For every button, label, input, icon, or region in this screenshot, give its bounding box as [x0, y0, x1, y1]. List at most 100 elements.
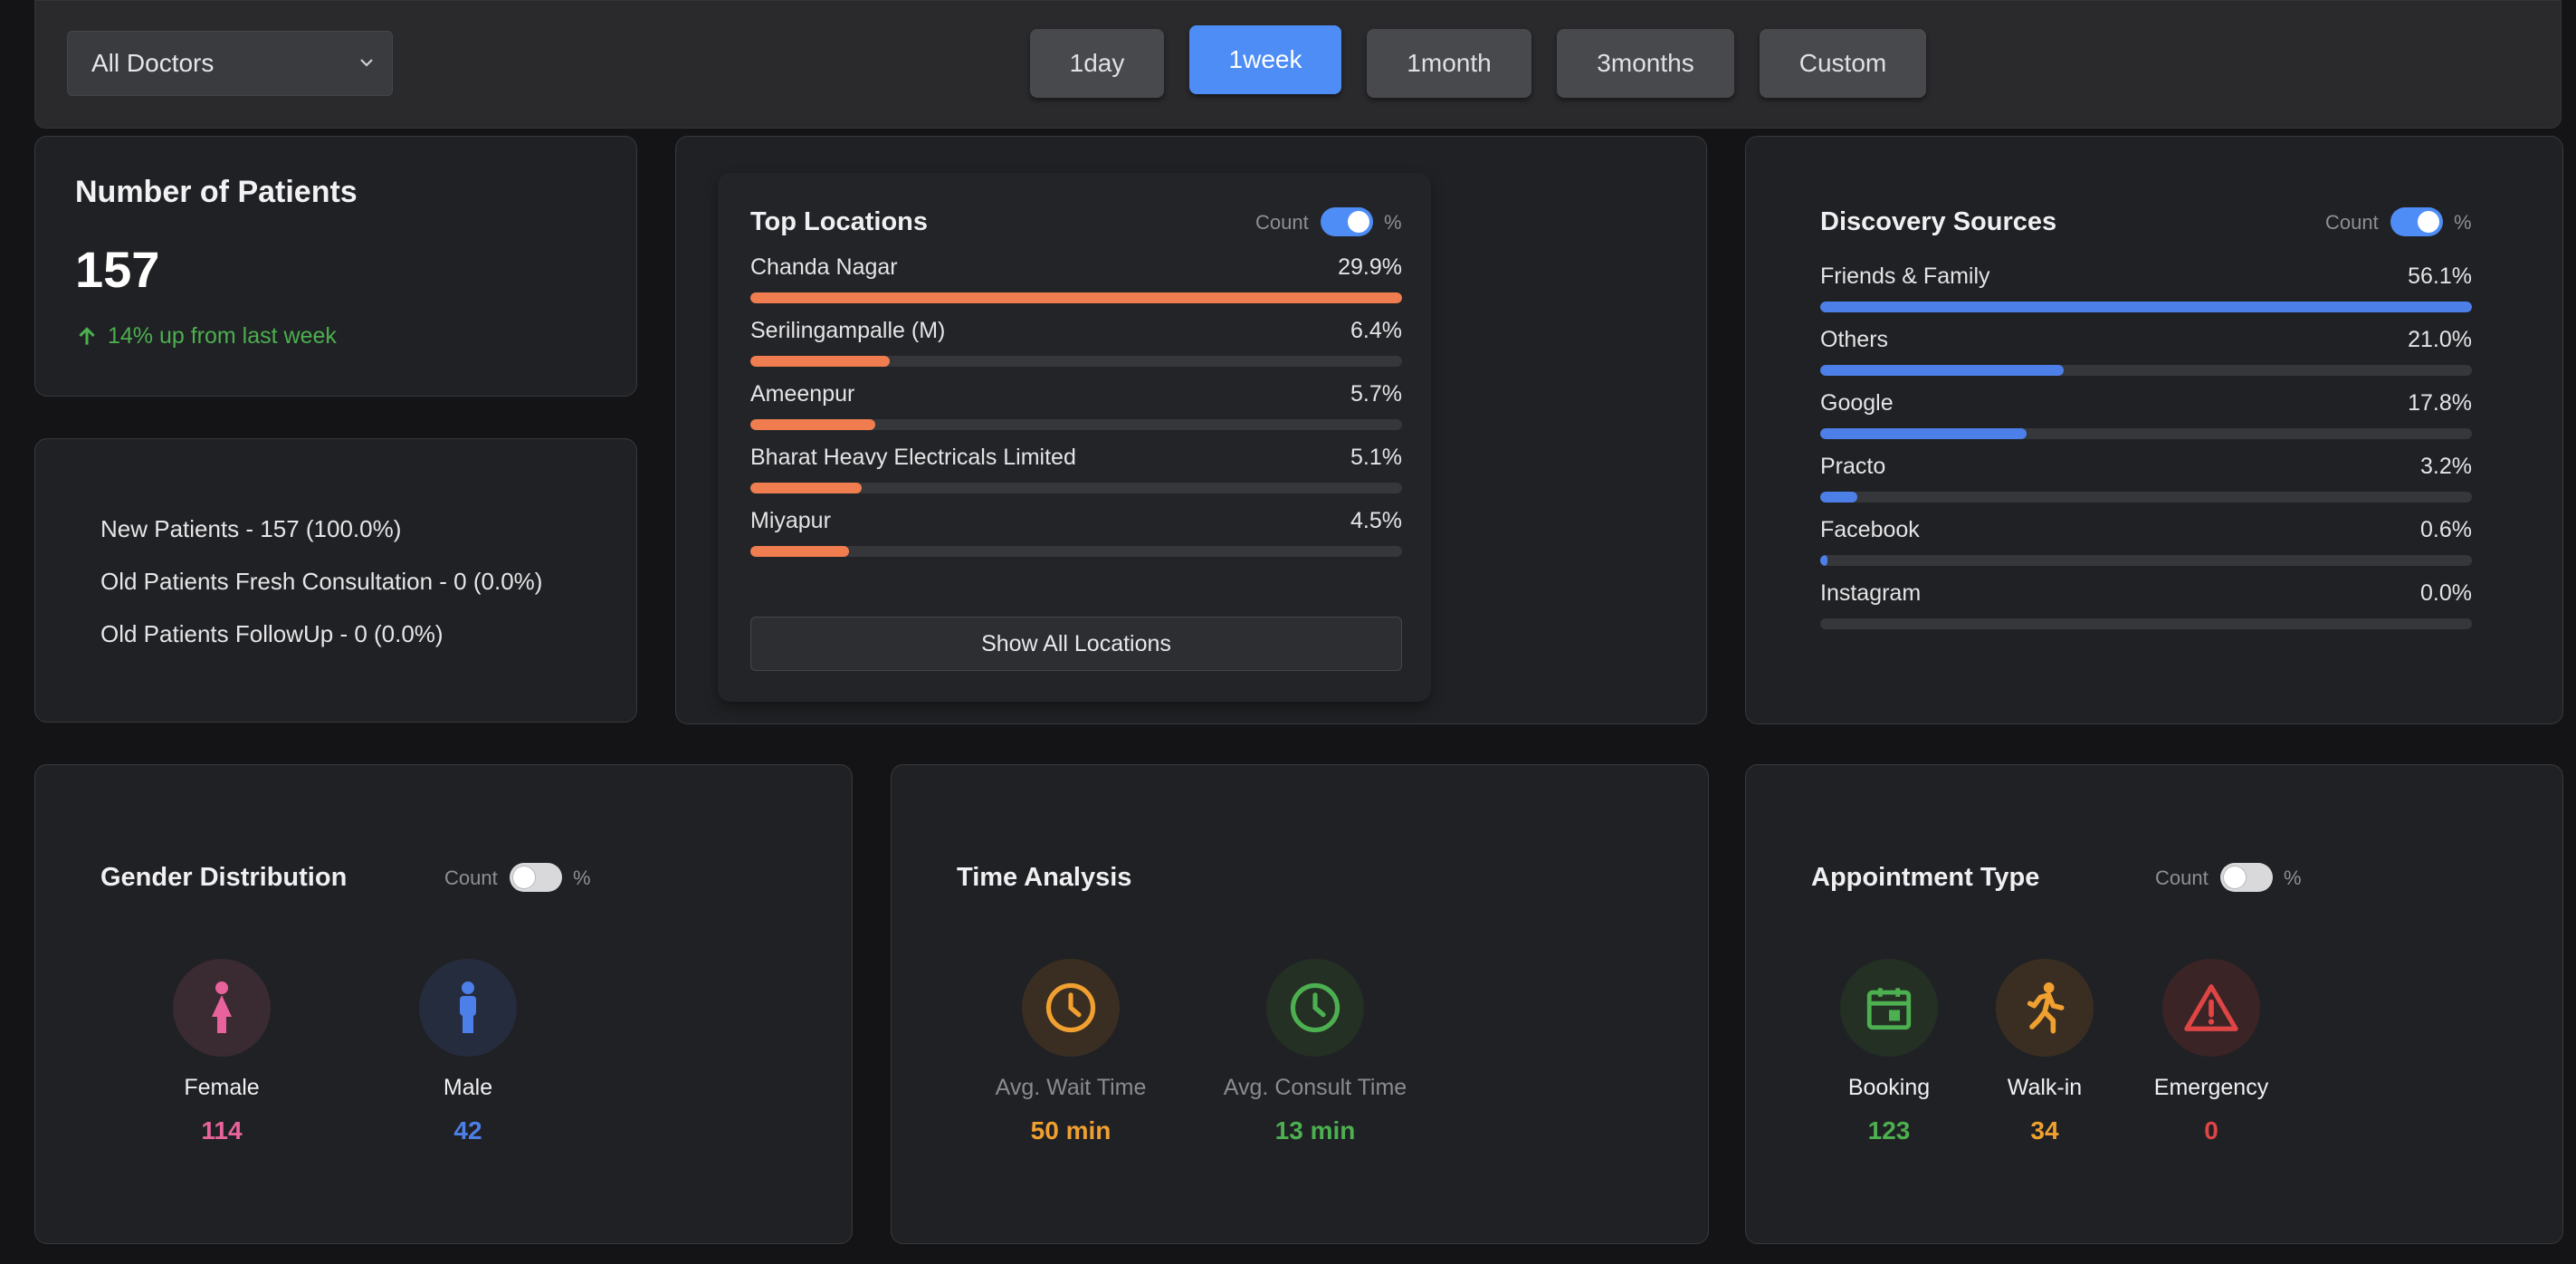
location-row-label: Serilingampalle (M): [750, 318, 946, 343]
patients-title: Number of Patients: [75, 175, 358, 209]
male-value: 42: [453, 1116, 482, 1144]
discovery-row-percent: 3.2%: [2420, 454, 2472, 479]
wait-clock-icon: [1022, 959, 1120, 1057]
discovery-row-bar-fill: [1820, 302, 2472, 312]
appointment-toggle[interactable]: [2220, 863, 2273, 892]
breakdown-new: New Patients - 157 (100.0%): [100, 515, 402, 542]
toggle-count-label: Count: [444, 867, 498, 889]
toggle-percent-label: %: [1384, 211, 1402, 234]
patients-trend: 14% up from last week: [75, 323, 337, 350]
location-row-bar-fill: [750, 356, 891, 367]
wait-label: Avg. Wait Time: [995, 1075, 1147, 1100]
appointment-card: Appointment Type Count % Booking 123 Wal…: [1745, 764, 2563, 1244]
gender-card: Gender Distribution Count % Female 114 M…: [34, 764, 853, 1244]
consult-value: 13 min: [1274, 1116, 1356, 1144]
walkin-label: Walk-in: [2007, 1075, 2083, 1100]
range-custom-button[interactable]: Custom: [1760, 29, 1926, 98]
time-card: Time Analysis Avg. Wait Time 50 min Avg.…: [891, 764, 1709, 1244]
emergency-label: Emergency: [2153, 1075, 2269, 1100]
patients-trend-text: 14% up from last week: [108, 323, 337, 349]
discovery-row-bar-track: [1820, 555, 2472, 566]
location-row-percent: 29.9%: [1338, 254, 1402, 280]
booking-value: 123: [1867, 1116, 1911, 1144]
discovery-row-percent: 56.1%: [2408, 263, 2472, 289]
location-row-bar-track: [750, 419, 1402, 430]
location-row-label: Miyapur: [750, 508, 831, 533]
location-row-bar-fill: [750, 546, 849, 557]
toggle-percent-label: %: [2454, 211, 2472, 234]
toggle-count-label: Count: [1255, 211, 1309, 234]
discovery-row-percent: 0.0%: [2420, 580, 2472, 606]
patient-breakdown-card: New Patients - 157 (100.0%) Old Patients…: [34, 438, 637, 723]
time-title: Time Analysis: [957, 863, 1132, 892]
female-label: Female: [184, 1075, 260, 1100]
gender-toggle[interactable]: [510, 863, 562, 892]
discovery-row-bar-track: [1820, 428, 2472, 439]
location-row-percent: 6.4%: [1350, 318, 1402, 343]
discovery-row-label: Friends & Family: [1820, 263, 1990, 289]
show-all-locations-button[interactable]: Show All Locations: [750, 617, 1402, 671]
walking-icon: [1996, 959, 2094, 1057]
discovery-row-bar-fill: [1820, 428, 2027, 439]
male-icon: [419, 959, 517, 1057]
discovery-row-label: Others: [1820, 327, 1889, 352]
range-1week-button[interactable]: 1week: [1189, 25, 1341, 94]
discovery-row-label: Facebook: [1820, 517, 1920, 542]
chevron-down-icon: [360, 59, 373, 67]
female-value: 114: [201, 1116, 243, 1144]
locations-panel: Top Locations Count % Chanda Nagar 29.9% S…: [718, 173, 1431, 702]
range-1month-button[interactable]: 1month: [1367, 29, 1531, 98]
location-row-label: Chanda Nagar: [750, 254, 898, 280]
toggle-percent-label: %: [573, 867, 591, 889]
male-label: Male: [443, 1075, 493, 1100]
calendar-icon: [1840, 959, 1938, 1057]
discovery-card: Discovery Sources Count % Friends & Fami…: [1745, 136, 2563, 724]
discovery-row-bar-fill: [1820, 555, 1827, 566]
location-row-bar-fill: [750, 419, 875, 430]
range-1day-button[interactable]: 1day: [1030, 29, 1164, 98]
discovery-row-bar-track: [1820, 492, 2472, 503]
arrow-up-icon: [79, 326, 95, 345]
location-row-bar-track: [750, 292, 1402, 303]
patients-card: Number of Patients 157 14% up from last …: [34, 136, 637, 397]
female-icon: [173, 959, 271, 1057]
toggle-percent-label: %: [2284, 867, 2302, 889]
locations-title: Top Locations: [750, 207, 929, 236]
warning-icon: [2162, 959, 2260, 1057]
discovery-toggle[interactable]: [2390, 207, 2443, 236]
emergency-value: 0: [2204, 1116, 2218, 1144]
discovery-row-percent: 21.0%: [2408, 327, 2472, 352]
location-row-bar-track: [750, 546, 1402, 557]
range-3months-button[interactable]: 3months: [1557, 29, 1734, 98]
location-row-label: Bharat Heavy Electricals Limited: [750, 445, 1076, 470]
location-row-percent: 4.5%: [1350, 508, 1402, 533]
breakdown-followup: Old Patients FollowUp - 0 (0.0%): [100, 620, 444, 647]
discovery-row-bar-track: [1820, 365, 2472, 376]
doctor-select[interactable]: All Doctors: [67, 31, 393, 96]
discovery-row-bar-track: [1820, 618, 2472, 629]
discovery-row-label: Instagram: [1820, 580, 1922, 606]
discovery-row-percent: 0.6%: [2420, 517, 2472, 542]
walkin-value: 34: [2030, 1116, 2059, 1144]
location-row-bar-track: [750, 483, 1402, 493]
locations-card: Top Locations Count % Chanda Nagar 29.9% S…: [675, 136, 1707, 724]
doctor-select-value: All Doctors: [91, 49, 215, 77]
wait-value: 50 min: [1030, 1116, 1111, 1144]
discovery-row-bar-track: [1820, 302, 2472, 312]
toggle-count-label: Count: [2155, 867, 2209, 889]
toggle-count-label: Count: [2325, 211, 2379, 234]
discovery-row-bar-fill: [1820, 492, 1858, 503]
consult-label: Avg. Consult Time: [1223, 1075, 1407, 1100]
appointment-title: Appointment Type: [1811, 863, 2040, 892]
location-row-label: Ameenpur: [750, 381, 855, 407]
location-row-bar-fill: [750, 292, 1402, 303]
discovery-row-bar-fill: [1820, 365, 2065, 376]
breakdown-fresh: Old Patients Fresh Consultation - 0 (0.0…: [100, 568, 543, 595]
locations-toggle[interactable]: [1321, 207, 1373, 236]
location-row-bar-fill: [750, 483, 863, 493]
booking-label: Booking: [1847, 1075, 1931, 1100]
consult-clock-icon: [1266, 959, 1364, 1057]
patients-count: 157: [75, 241, 160, 298]
gender-title: Gender Distribution: [100, 863, 348, 892]
location-row-percent: 5.1%: [1350, 445, 1402, 470]
